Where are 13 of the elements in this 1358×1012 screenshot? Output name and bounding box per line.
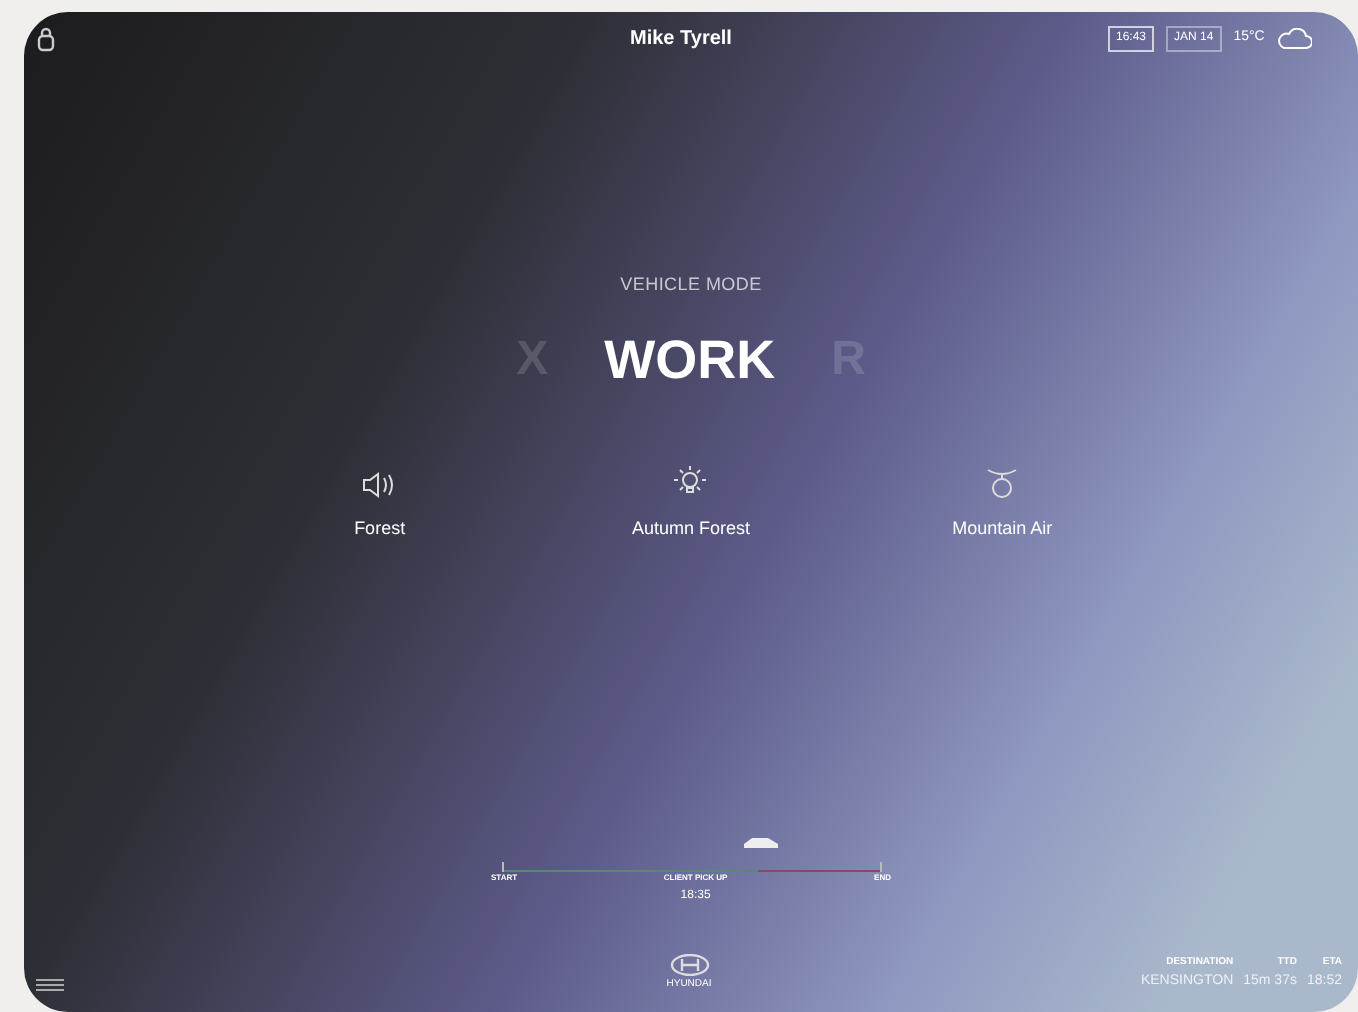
lock-icon[interactable] xyxy=(36,25,56,51)
ambience-label[interactable]: Autumn Forest xyxy=(631,516,750,543)
vehicle-mode-label: VEHICLE MODE xyxy=(620,272,762,298)
car-icon xyxy=(742,835,783,849)
menu-icon[interactable] xyxy=(36,978,64,992)
cloud-icon xyxy=(1276,28,1313,50)
ambience-label[interactable]: Forest xyxy=(354,516,406,543)
mode-option[interactable]: WORK xyxy=(604,319,776,400)
driver-name: Mike Tyrell xyxy=(630,25,732,53)
pendant-icon xyxy=(986,466,1019,500)
speaker-icon xyxy=(361,470,398,500)
ambience-label[interactable]: Mountain Air xyxy=(952,516,1053,543)
brand-logo-icon xyxy=(669,953,709,975)
